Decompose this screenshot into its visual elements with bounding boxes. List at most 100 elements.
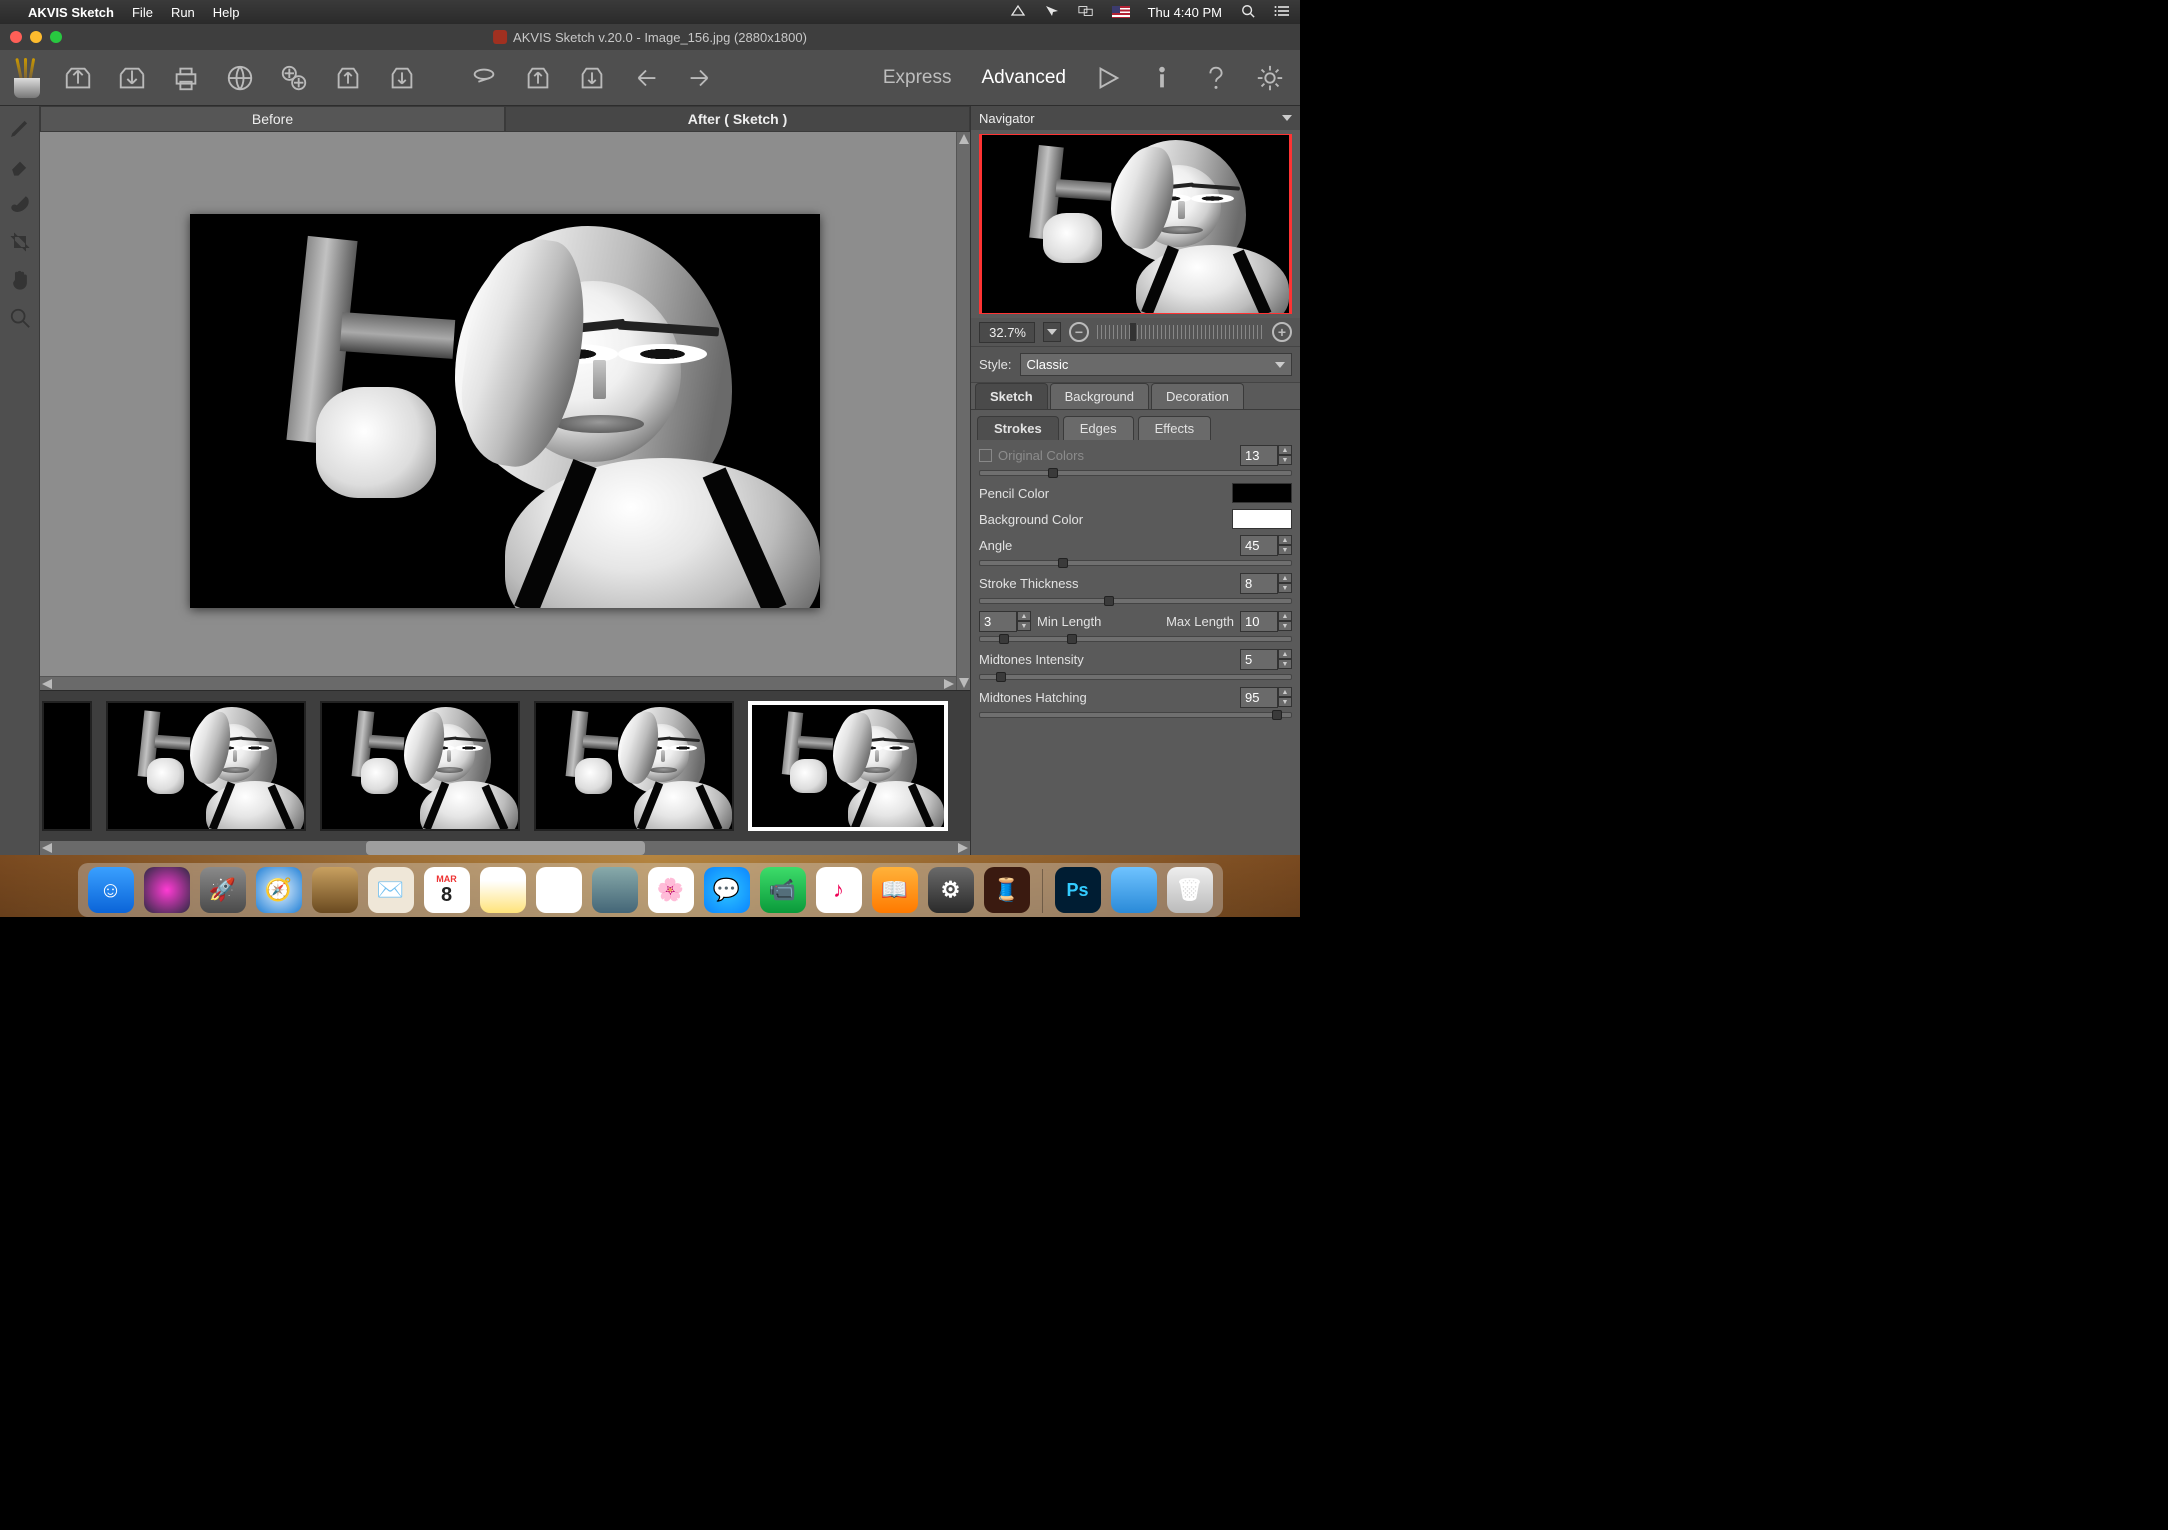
vertical-scrollbar[interactable] — [956, 132, 970, 690]
angle-spinner[interactable]: ▲▼ — [1240, 535, 1292, 556]
navigator-preview[interactable] — [979, 134, 1292, 314]
eraser-tool[interactable] — [4, 150, 36, 182]
dock-notes-icon[interactable] — [480, 867, 526, 913]
dock-systemprefs-icon[interactable]: ⚙ — [928, 867, 974, 913]
status-displays-icon[interactable] — [1078, 4, 1094, 21]
undo-button[interactable] — [626, 58, 666, 98]
zoom-dropdown[interactable] — [1043, 322, 1061, 342]
export-preset-button[interactable] — [382, 58, 422, 98]
preset-save-button[interactable] — [572, 58, 612, 98]
dock-photos-icon[interactable]: 🌸 — [648, 867, 694, 913]
subtab-effects[interactable]: Effects — [1138, 416, 1212, 440]
tab-background[interactable]: Background — [1050, 383, 1149, 409]
preset-load-button[interactable] — [518, 58, 558, 98]
background-color-swatch[interactable] — [1232, 509, 1292, 529]
tab-after[interactable]: After ( Sketch ) — [505, 106, 970, 132]
menu-run[interactable]: Run — [171, 5, 195, 20]
tab-before[interactable]: Before — [40, 106, 505, 132]
dock-launchpad-icon[interactable]: 🚀 — [200, 867, 246, 913]
batch-button[interactable] — [274, 58, 314, 98]
subtab-strokes[interactable]: Strokes — [977, 416, 1059, 440]
help-button[interactable] — [1196, 58, 1236, 98]
status-cursor-icon[interactable] — [1044, 4, 1060, 21]
midtones-intensity-spinner[interactable]: ▲▼ — [1240, 649, 1292, 670]
dock-safari-icon[interactable]: 🧭 — [256, 867, 302, 913]
app-menu[interactable]: AKVIS Sketch — [28, 5, 114, 20]
history-brush-tool[interactable] — [4, 188, 36, 220]
timeline-thumb[interactable] — [534, 701, 734, 831]
window-minimize-button[interactable] — [30, 31, 42, 43]
max-length-spinner[interactable]: ▲▼ — [1240, 611, 1292, 632]
midtones-hatching-spinner[interactable]: ▲▼ — [1240, 687, 1292, 708]
original-colors-spinner[interactable]: ▲▼ — [1240, 445, 1292, 466]
timeline-thumb-selected[interactable] — [748, 701, 948, 831]
pencil-color-swatch[interactable] — [1232, 483, 1292, 503]
filmstrip-scrollbar[interactable] — [40, 841, 970, 855]
crop-tool[interactable] — [4, 226, 36, 258]
subtab-edges[interactable]: Edges — [1063, 416, 1134, 440]
dock-itunes-icon[interactable]: ♪ — [816, 867, 862, 913]
info-button[interactable] — [1142, 58, 1182, 98]
presets-icon[interactable] — [10, 58, 44, 98]
dock-automator-icon[interactable] — [592, 867, 638, 913]
import-preset-button[interactable] — [328, 58, 368, 98]
mode-express[interactable]: Express — [875, 63, 960, 93]
run-button[interactable] — [1088, 58, 1128, 98]
save-button[interactable] — [112, 58, 152, 98]
horizontal-scrollbar[interactable] — [40, 676, 956, 690]
window-close-button[interactable] — [10, 31, 22, 43]
dock-trash-icon[interactable]: 🗑 — [1167, 867, 1213, 913]
dock-messages-icon[interactable]: 💬 — [704, 867, 750, 913]
spotlight-icon[interactable] — [1240, 4, 1256, 21]
dock-siri-icon[interactable] — [144, 867, 190, 913]
preferences-button[interactable] — [1250, 58, 1290, 98]
redo-button[interactable] — [680, 58, 720, 98]
length-range-slider[interactable] — [979, 636, 1292, 642]
canvas-viewport[interactable] — [40, 132, 970, 690]
zoom-slider[interactable] — [1097, 325, 1264, 339]
hand-tool[interactable] — [4, 264, 36, 296]
window-zoom-button[interactable] — [50, 31, 62, 43]
timeline-thumb[interactable] — [106, 701, 306, 831]
timeline-thumb[interactable] — [320, 701, 520, 831]
zoom-out-button[interactable]: − — [1069, 322, 1089, 342]
midtones-intensity-slider[interactable] — [979, 674, 1292, 680]
zoom-in-button[interactable]: + — [1272, 322, 1292, 342]
dock-facetime-icon[interactable]: 📹 — [760, 867, 806, 913]
status-airdrop-icon[interactable] — [1010, 4, 1026, 21]
status-clock[interactable]: Thu 4:40 PM — [1148, 5, 1222, 20]
publish-button[interactable] — [220, 58, 260, 98]
dock-calendar-icon[interactable]: MAR 8 — [424, 867, 470, 913]
zoom-level[interactable]: 32.7% — [979, 322, 1035, 343]
menu-help[interactable]: Help — [213, 5, 240, 20]
navigator-collapse-icon[interactable] — [1282, 115, 1292, 121]
tab-sketch[interactable]: Sketch — [975, 383, 1048, 409]
dock-ibooks-icon[interactable]: 📖 — [872, 867, 918, 913]
dock-downloads-icon[interactable] — [1111, 867, 1157, 913]
eraser-presets-button[interactable] — [464, 58, 504, 98]
dock-photoshop-icon[interactable]: Ps — [1055, 867, 1101, 913]
stroke-thickness-slider[interactable] — [979, 598, 1292, 604]
angle-slider[interactable] — [979, 560, 1292, 566]
menu-file[interactable]: File — [132, 5, 153, 20]
open-button[interactable] — [58, 58, 98, 98]
stroke-thickness-spinner[interactable]: ▲▼ — [1240, 573, 1292, 594]
dock-akvis-icon[interactable]: 🧵 — [984, 867, 1030, 913]
original-colors-checkbox[interactable] — [979, 449, 992, 462]
dock-mail-icon[interactable]: ✉️ — [368, 867, 414, 913]
dock-preview-icon[interactable] — [312, 867, 358, 913]
timeline-thumb[interactable] — [42, 701, 92, 831]
dock-reminders-icon[interactable] — [536, 867, 582, 913]
print-button[interactable] — [166, 58, 206, 98]
dock-finder-icon[interactable]: ☺ — [88, 867, 134, 913]
min-length-spinner[interactable]: ▲▼ — [979, 611, 1031, 632]
original-colors-slider[interactable] — [979, 470, 1292, 476]
midtones-hatching-slider[interactable] — [979, 712, 1292, 718]
mode-advanced[interactable]: Advanced — [973, 63, 1074, 93]
status-flag-icon[interactable] — [1112, 6, 1130, 18]
tab-decoration[interactable]: Decoration — [1151, 383, 1244, 409]
menu-list-icon[interactable] — [1274, 4, 1290, 21]
pencil-tool[interactable] — [4, 112, 36, 144]
style-select[interactable]: Classic — [1020, 353, 1292, 376]
zoom-tool[interactable] — [4, 302, 36, 334]
